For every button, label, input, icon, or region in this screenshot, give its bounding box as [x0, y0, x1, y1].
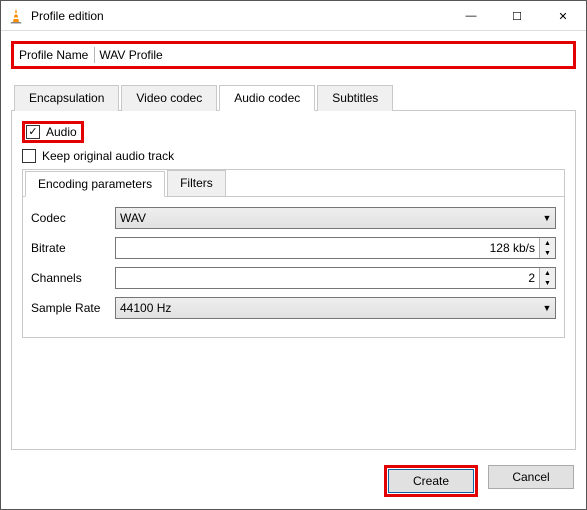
create-button[interactable]: Create	[388, 469, 474, 493]
bitrate-up-icon[interactable]: ▲	[540, 238, 555, 248]
profile-name-input[interactable]	[97, 47, 570, 63]
channels-down-icon[interactable]: ▼	[540, 278, 555, 288]
dialog-footer: Create Cancel	[384, 465, 574, 497]
channels-spin-buttons: ▲ ▼	[539, 268, 555, 288]
audio-checkbox-row: Audio	[22, 121, 565, 143]
audio-subtabstrip: Encoding parameters Filters	[23, 170, 564, 197]
codec-label: Codec	[31, 211, 111, 225]
main-tabs: Encapsulation Video codec Audio codec Su…	[11, 84, 576, 450]
create-highlight: Create	[384, 465, 478, 497]
bitrate-row: Bitrate 128 kb/s ▲ ▼	[31, 237, 556, 259]
codec-select[interactable]: WAV ▼	[115, 207, 556, 229]
keep-original-checkbox[interactable]	[22, 149, 36, 163]
chevron-down-icon: ▼	[539, 303, 555, 313]
bitrate-spinner[interactable]: 128 kb/s ▲ ▼	[115, 237, 556, 259]
chevron-down-icon: ▼	[539, 213, 555, 223]
subtab-encoding-parameters[interactable]: Encoding parameters	[25, 171, 165, 197]
bitrate-spin-buttons: ▲ ▼	[539, 238, 555, 258]
channels-row: Channels 2 ▲ ▼	[31, 267, 556, 289]
audio-subtabs: Encoding parameters Filters Codec WAV ▼	[22, 169, 565, 338]
audio-checkbox[interactable]	[26, 125, 40, 139]
tab-audio-codec[interactable]: Audio codec	[219, 85, 315, 111]
close-button[interactable]: ✕	[540, 1, 586, 31]
samplerate-select[interactable]: 44100 Hz ▼	[115, 297, 556, 319]
content-area: Profile Name Encapsulation Video codec A…	[1, 31, 586, 450]
vlc-cone-icon	[7, 7, 25, 25]
divider	[94, 47, 95, 63]
tab-encapsulation[interactable]: Encapsulation	[14, 85, 119, 111]
window-title: Profile edition	[31, 9, 448, 23]
bitrate-down-icon[interactable]: ▼	[540, 248, 555, 258]
tab-subtitles[interactable]: Subtitles	[317, 85, 393, 111]
minimize-button[interactable]: —	[448, 1, 494, 31]
window-controls: — ☐ ✕	[448, 1, 586, 30]
profile-name-label: Profile Name	[17, 48, 92, 62]
main-tabstrip: Encapsulation Video codec Audio codec Su…	[11, 84, 576, 110]
keep-original-label: Keep original audio track	[42, 149, 174, 163]
tab-video-codec[interactable]: Video codec	[121, 85, 217, 111]
cancel-button[interactable]: Cancel	[488, 465, 574, 489]
channels-label: Channels	[31, 271, 111, 285]
samplerate-label: Sample Rate	[31, 301, 111, 315]
channels-spinner[interactable]: 2 ▲ ▼	[115, 267, 556, 289]
audio-checkbox-label: Audio	[46, 125, 77, 139]
profile-edition-window: Profile edition — ☐ ✕ Profile Name Encap…	[0, 0, 587, 510]
subtab-filters[interactable]: Filters	[167, 170, 226, 196]
samplerate-row: Sample Rate 44100 Hz ▼	[31, 297, 556, 319]
profile-name-row: Profile Name	[11, 41, 576, 69]
titlebar: Profile edition — ☐ ✕	[1, 1, 586, 31]
channels-up-icon[interactable]: ▲	[540, 268, 555, 278]
bitrate-value: 128 kb/s	[116, 241, 539, 255]
audio-toggle-highlight: Audio	[22, 121, 84, 143]
bitrate-label: Bitrate	[31, 241, 111, 255]
codec-value: WAV	[116, 211, 539, 225]
codec-row: Codec WAV ▼	[31, 207, 556, 229]
maximize-button[interactable]: ☐	[494, 1, 540, 31]
channels-value: 2	[116, 271, 539, 285]
audio-codec-panel: Audio Keep original audio track Encoding…	[11, 110, 576, 450]
samplerate-value: 44100 Hz	[116, 301, 539, 315]
keep-original-row: Keep original audio track	[22, 149, 565, 163]
encoding-form: Codec WAV ▼ Bitrate 128 kb/s ▲	[23, 197, 564, 337]
